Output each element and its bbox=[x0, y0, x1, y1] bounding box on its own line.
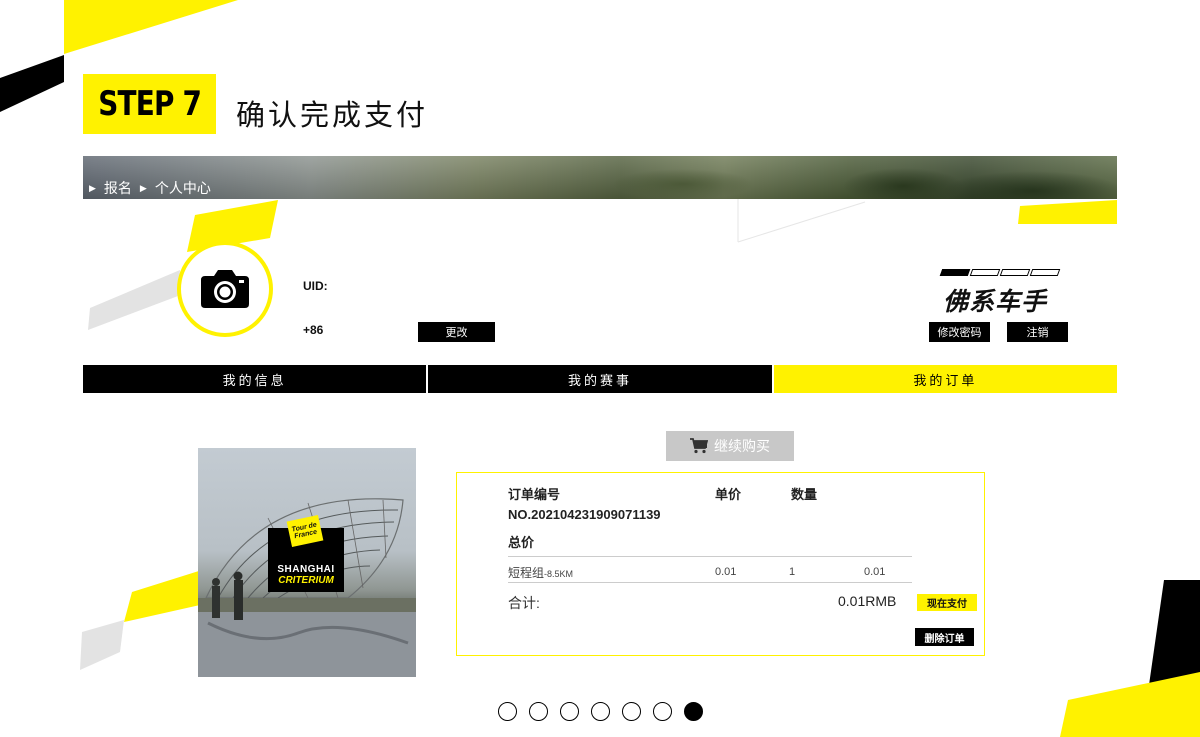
breadcrumb-profile[interactable]: 个人中心 bbox=[155, 178, 211, 198]
tab-my-orders[interactable]: 我的订单 bbox=[773, 365, 1117, 393]
level-title: 佛系车手 bbox=[943, 287, 1048, 316]
level-progress bbox=[939, 269, 1061, 276]
step-number: STEP 7 bbox=[98, 84, 202, 124]
camera-icon bbox=[201, 270, 249, 308]
step-title: 确认完成支付 bbox=[236, 98, 429, 132]
sum-value: 0.01RMB bbox=[838, 593, 897, 609]
pager-dot-3[interactable] bbox=[560, 702, 579, 721]
pager-dot-1[interactable] bbox=[498, 702, 517, 721]
item-distance: -8.5KM bbox=[544, 569, 574, 579]
item-name: 短程组-8.5KM bbox=[508, 564, 573, 581]
profile-tabs: 我的信息 我的赛事 我的订单 bbox=[83, 365, 1117, 393]
total-price-header: 总价 bbox=[508, 535, 535, 550]
chevron-right-icon: ▶ bbox=[89, 182, 96, 193]
decor-bottom-right bbox=[1060, 580, 1200, 737]
pager-dot-6[interactable] bbox=[653, 702, 672, 721]
continue-shopping-button[interactable]: 继续购买 bbox=[666, 431, 794, 461]
decor-bottom-left bbox=[80, 570, 202, 670]
step-badge: STEP 7 bbox=[83, 74, 216, 134]
avatar[interactable] bbox=[177, 241, 273, 337]
sign-line-1: SHANGHAI bbox=[277, 564, 335, 575]
level-segment bbox=[969, 269, 1001, 276]
step-pager bbox=[498, 702, 703, 721]
sum-label: 合计: bbox=[508, 595, 540, 611]
cart-icon bbox=[690, 438, 708, 454]
sign-line-2: CRITERIUM bbox=[278, 575, 334, 586]
order-number-label: 订单编号 bbox=[508, 487, 561, 502]
edit-phone-button[interactable]: 更改 bbox=[418, 322, 495, 342]
page-banner: ▶ 报名 ▶ 个人中心 bbox=[83, 156, 1117, 199]
level-segment bbox=[939, 269, 971, 276]
order-number: NO.202104231909071139 bbox=[508, 507, 661, 522]
pager-dot-2[interactable] bbox=[529, 702, 548, 721]
product-image: Tour de France SHANGHAI CRITERIUM bbox=[198, 448, 416, 677]
item-quantity: 1 bbox=[789, 566, 796, 578]
divider bbox=[508, 556, 912, 557]
event-sign: Tour de France SHANGHAI CRITERIUM bbox=[268, 514, 344, 592]
pager-dot-4[interactable] bbox=[591, 702, 610, 721]
delete-order-button[interactable]: 删除订单 bbox=[915, 628, 974, 646]
item-total: 0.01 bbox=[864, 566, 886, 578]
phone-prefix: +86 bbox=[303, 323, 324, 337]
decor-profile-right bbox=[737, 198, 1117, 243]
continue-shopping-label: 继续购买 bbox=[714, 439, 770, 455]
tab-my-info[interactable]: 我的信息 bbox=[83, 365, 427, 393]
pager-dot-7[interactable] bbox=[684, 702, 703, 721]
item-name-text: 短程组 bbox=[508, 566, 545, 580]
divider bbox=[508, 582, 912, 583]
breadcrumb: ▶ 报名 ▶ 个人中心 bbox=[89, 178, 211, 198]
uid-label: UID: bbox=[303, 279, 328, 293]
level-segment bbox=[1029, 269, 1061, 276]
change-password-button[interactable]: 修改密码 bbox=[929, 322, 990, 342]
tab-my-events[interactable]: 我的赛事 bbox=[428, 365, 772, 393]
pay-now-button[interactable]: 现在支付 bbox=[917, 594, 977, 611]
logout-button[interactable]: 注销 bbox=[1007, 322, 1068, 342]
item-unit-price: 0.01 bbox=[715, 566, 737, 578]
level-segment bbox=[999, 269, 1031, 276]
breadcrumb-signup[interactable]: 报名 bbox=[104, 178, 132, 198]
order-panel: 订单编号 单价 数量 NO.202104231909071139 总价 短程组-… bbox=[456, 472, 985, 656]
unit-price-header: 单价 bbox=[715, 487, 742, 502]
quantity-header: 数量 bbox=[791, 487, 818, 502]
pager-dot-5[interactable] bbox=[622, 702, 641, 721]
tdf-logo: Tour de France bbox=[286, 514, 324, 548]
chevron-right-icon: ▶ bbox=[139, 182, 147, 193]
